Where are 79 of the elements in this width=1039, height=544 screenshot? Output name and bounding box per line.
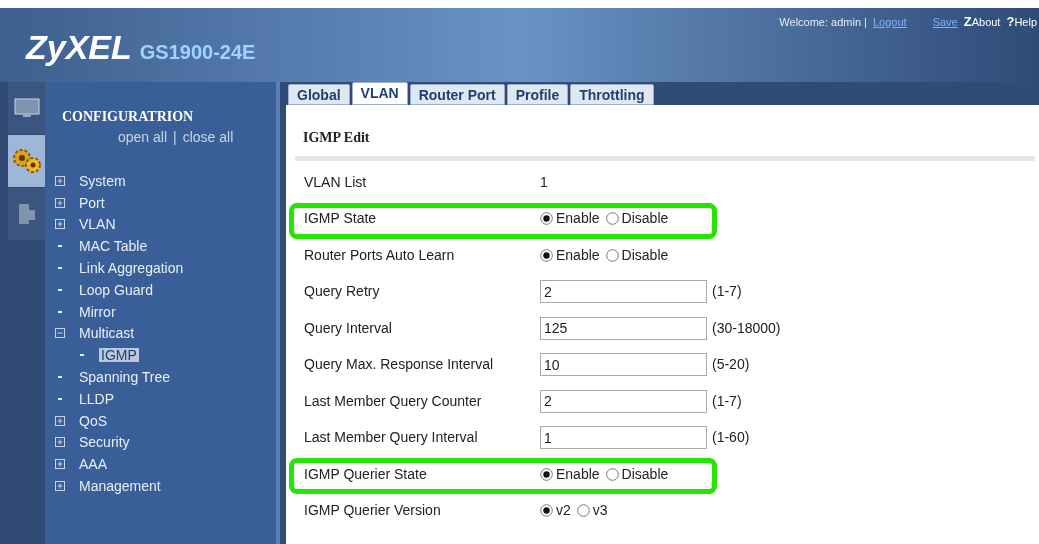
open-all-link[interactable]: open all bbox=[118, 127, 168, 148]
expand-icon[interactable] bbox=[55, 459, 65, 470]
field-label: Last Member Query Interval bbox=[303, 428, 479, 448]
field-label: Router Ports Auto Learn bbox=[303, 245, 456, 265]
field-label: VLAN List bbox=[303, 172, 368, 192]
radio-button[interactable] bbox=[576, 504, 590, 518]
field-label: Query Interval bbox=[303, 318, 393, 338]
field-label: Query Max. Response Interval bbox=[303, 355, 495, 375]
menu-item[interactable]: Port bbox=[77, 195, 107, 210]
expand-icon[interactable] bbox=[55, 197, 65, 208]
menu-item[interactable]: System bbox=[77, 173, 128, 188]
radio-label: Enable bbox=[556, 464, 600, 484]
field-label: Last Member Query Counter bbox=[303, 391, 483, 411]
menu-item[interactable]: Security bbox=[77, 435, 132, 450]
header-link[interactable]: ZAbout bbox=[963, 12, 1001, 32]
menu-item[interactable]: Multicast bbox=[77, 326, 137, 341]
radio-button[interactable] bbox=[605, 467, 619, 481]
tab[interactable]: Router Port bbox=[409, 84, 505, 105]
range-hint: (1-60) bbox=[712, 428, 750, 448]
expand-icon[interactable] bbox=[55, 415, 65, 426]
tab[interactable]: VLAN bbox=[351, 82, 408, 105]
range-hint: (1-7) bbox=[712, 391, 742, 411]
radio-label: Disable bbox=[621, 209, 669, 229]
header-link[interactable]: Logout bbox=[873, 13, 907, 30]
radio-label: Enable bbox=[556, 245, 600, 265]
header-link[interactable]: Save bbox=[932, 13, 958, 30]
header-link[interactable]: ?Help bbox=[1006, 12, 1037, 32]
model-name: GS1900-24E bbox=[139, 42, 256, 62]
radio-label: v2 bbox=[556, 501, 571, 521]
range-hint: (30-18000) bbox=[712, 318, 781, 338]
link-separator: | bbox=[173, 128, 177, 147]
menu-item[interactable]: VLAN bbox=[77, 217, 118, 232]
expand-icon[interactable] bbox=[55, 481, 65, 492]
expand-icon[interactable] bbox=[55, 437, 65, 448]
menu-item[interactable]: Mirror bbox=[77, 304, 118, 319]
close-all-link[interactable]: close all bbox=[182, 127, 234, 148]
collapse-icon[interactable] bbox=[55, 328, 65, 339]
sidebar-title: CONFIGURATRION bbox=[61, 108, 195, 126]
radio-label: Disable bbox=[621, 464, 669, 484]
input-field[interactable]: 2 bbox=[540, 280, 707, 304]
tab[interactable]: Profile bbox=[506, 84, 569, 105]
range-hint: (1-7) bbox=[712, 282, 742, 302]
radio-label: v3 bbox=[592, 501, 608, 521]
radio-button[interactable] bbox=[540, 212, 553, 226]
tab[interactable]: Throttling bbox=[570, 84, 654, 105]
menu-item[interactable]: Loop Guard bbox=[77, 282, 155, 297]
menu-item[interactable]: IGMP bbox=[99, 348, 139, 363]
expand-icon[interactable] bbox=[55, 219, 65, 230]
input-field[interactable]: 125 bbox=[540, 316, 707, 340]
menu-item[interactable]: MAC Table bbox=[77, 239, 150, 254]
field-value: 1 bbox=[540, 172, 548, 192]
tab[interactable]: Global bbox=[288, 84, 350, 105]
expand-icon[interactable] bbox=[55, 175, 65, 186]
menu-item[interactable]: Link Aggregation bbox=[77, 261, 186, 276]
menu-item[interactable]: LLDP bbox=[77, 391, 117, 406]
gears-icon bbox=[11, 148, 42, 174]
field-label: IGMP Querier Version bbox=[303, 501, 442, 521]
monitor-icon bbox=[13, 98, 40, 118]
field-label: IGMP State bbox=[303, 209, 378, 229]
welcome-text: Welcome: admin | bbox=[779, 14, 867, 30]
section-title: IGMP Edit bbox=[302, 129, 371, 147]
menu-item[interactable]: Management bbox=[77, 479, 163, 494]
input-field[interactable]: 2 bbox=[540, 389, 707, 413]
radio-button[interactable] bbox=[540, 248, 553, 262]
radio-label: Enable bbox=[556, 209, 600, 229]
menu-item[interactable]: Spanning Tree bbox=[77, 370, 173, 385]
radio-label: Disable bbox=[621, 245, 669, 265]
brand-logo: ZyXEL bbox=[26, 30, 132, 64]
range-hint: (5-20) bbox=[712, 355, 750, 375]
menu-item[interactable]: QoS bbox=[77, 413, 109, 428]
radio-button[interactable] bbox=[540, 504, 553, 518]
radio-button[interactable] bbox=[605, 212, 619, 226]
radio-button[interactable] bbox=[605, 248, 619, 262]
radio-button[interactable] bbox=[540, 467, 553, 481]
input-field[interactable]: 1 bbox=[540, 426, 707, 450]
field-label: IGMP Querier State bbox=[303, 464, 428, 484]
menu-item[interactable]: AAA bbox=[77, 457, 109, 472]
input-field[interactable]: 10 bbox=[540, 353, 707, 377]
field-label: Query Retry bbox=[303, 282, 381, 302]
